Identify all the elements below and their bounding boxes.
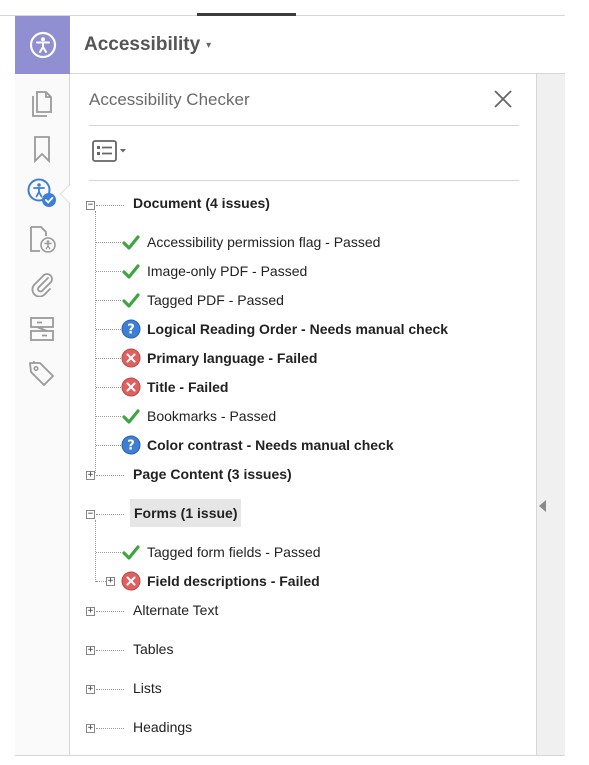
list-item[interactable]: Image-only PDF - Passed xyxy=(121,260,307,282)
list-item[interactable]: ? Color contrast - Needs manual check xyxy=(121,434,394,456)
tree-connector xyxy=(96,445,121,446)
options-button[interactable] xyxy=(91,138,131,164)
tree-connector xyxy=(96,387,121,388)
tree-node-headings[interactable]: Headings xyxy=(133,719,192,735)
check-icon xyxy=(121,290,141,310)
failed-icon xyxy=(121,348,141,368)
navigation-rail xyxy=(15,74,71,755)
pages-icon[interactable] xyxy=(27,88,57,118)
accessibility-tool-icon[interactable] xyxy=(15,16,70,74)
panel-title: Accessibility Checker xyxy=(89,90,250,109)
tree-connector xyxy=(95,211,96,473)
panel-divider xyxy=(89,125,519,126)
tree-node-forms[interactable]: Forms (1 issue) xyxy=(130,499,242,527)
right-collapse-strip[interactable] xyxy=(536,74,565,755)
list-item[interactable]: Field descriptions - Failed xyxy=(121,570,320,592)
item-label: Field descriptions - Failed xyxy=(147,573,320,589)
tree-connector xyxy=(95,520,96,582)
expand-toggle-alternate-text[interactable]: + xyxy=(86,607,95,616)
tool-title[interactable]: Accessibility xyxy=(84,34,200,56)
tool-header: Accessibility ▾ xyxy=(70,16,565,74)
item-label: Primary language - Failed xyxy=(147,350,318,366)
expand-toggle-headings[interactable]: + xyxy=(86,724,95,733)
item-label: Image-only PDF - Passed xyxy=(147,263,308,279)
tree-connector xyxy=(96,552,121,553)
tree-connector xyxy=(96,416,121,417)
check-icon xyxy=(121,232,141,252)
expand-toggle-field-descriptions[interactable]: + xyxy=(106,577,115,586)
bottom-divider xyxy=(15,755,565,756)
collapse-toggle-forms[interactable]: − xyxy=(86,510,95,519)
tags-icon[interactable] xyxy=(27,359,57,389)
tree-connector xyxy=(96,271,121,272)
tree-connector xyxy=(96,514,124,515)
svg-text:?: ? xyxy=(127,439,135,454)
chevron-down-icon[interactable]: ▾ xyxy=(206,40,211,51)
tree-connector xyxy=(96,242,121,243)
item-label: Tagged PDF - Passed xyxy=(147,292,284,308)
collapse-toggle-document[interactable]: − xyxy=(86,201,95,210)
panel-divider xyxy=(89,180,519,181)
tree-connector xyxy=(96,611,124,612)
collapse-panel-icon[interactable] xyxy=(539,500,546,512)
list-item[interactable]: Title - Failed xyxy=(121,376,228,398)
expand-toggle-tables[interactable]: + xyxy=(86,646,95,655)
expand-toggle-page-content[interactable]: + xyxy=(86,471,95,480)
check-icon xyxy=(121,261,141,281)
tree-connector xyxy=(96,358,121,359)
tree-connector xyxy=(96,728,124,729)
check-icon xyxy=(121,542,141,562)
close-icon xyxy=(494,90,512,108)
list-item[interactable]: Tagged form fields - Passed xyxy=(121,541,321,563)
bookmark-icon[interactable] xyxy=(27,134,57,164)
tree-node-document[interactable]: Document (4 issues) xyxy=(133,195,270,211)
list-item[interactable]: Tagged PDF - Passed xyxy=(121,289,284,311)
list-item[interactable]: Primary language - Failed xyxy=(121,347,317,369)
tree-node-lists[interactable]: Lists xyxy=(133,680,162,696)
question-icon: ? xyxy=(121,319,141,339)
failed-icon xyxy=(121,377,141,397)
svg-text:?: ? xyxy=(127,323,135,338)
list-item[interactable]: ? Logical Reading Order - Needs manual c… xyxy=(121,318,448,340)
accessibility-doc-icon[interactable] xyxy=(27,224,57,254)
tree-connector xyxy=(96,329,121,330)
options-list-icon xyxy=(92,140,126,162)
tree-connector xyxy=(96,650,124,651)
item-label: Title - Failed xyxy=(147,379,229,395)
accessibility-check-icon[interactable] xyxy=(27,178,57,208)
question-icon: ? xyxy=(121,435,141,455)
close-button[interactable] xyxy=(491,87,515,111)
tree-connector xyxy=(96,205,124,206)
check-icon xyxy=(121,406,141,426)
accessibility-checker-panel: Accessibility Checker − Document (4 issu… xyxy=(70,74,536,755)
tree-connector xyxy=(96,689,124,690)
list-item[interactable]: Accessibility permission flag - Passed xyxy=(121,231,380,253)
tree-node-page-content[interactable]: Page Content (3 issues) xyxy=(133,466,292,482)
attachment-icon[interactable] xyxy=(27,268,57,298)
tree-node-tables[interactable]: Tables xyxy=(133,641,173,657)
tree-connector xyxy=(96,300,121,301)
accessibility-icon xyxy=(29,31,56,59)
item-label: Logical Reading Order - Needs manual che… xyxy=(147,321,449,337)
item-label: Accessibility permission flag - Passed xyxy=(147,234,381,250)
item-label: Color contrast - Needs manual check xyxy=(147,437,394,453)
item-label: Bookmarks - Passed xyxy=(147,408,277,424)
expand-toggle-lists[interactable]: + xyxy=(86,685,95,694)
compare-icon[interactable] xyxy=(27,314,57,344)
item-label: Tagged form fields - Passed xyxy=(147,544,321,560)
list-item[interactable]: Bookmarks - Passed xyxy=(121,405,276,427)
tree-node-alternate-text[interactable]: Alternate Text xyxy=(133,602,218,618)
tree-connector xyxy=(96,581,106,582)
failed-icon xyxy=(121,571,141,591)
tree-connector xyxy=(96,475,124,476)
